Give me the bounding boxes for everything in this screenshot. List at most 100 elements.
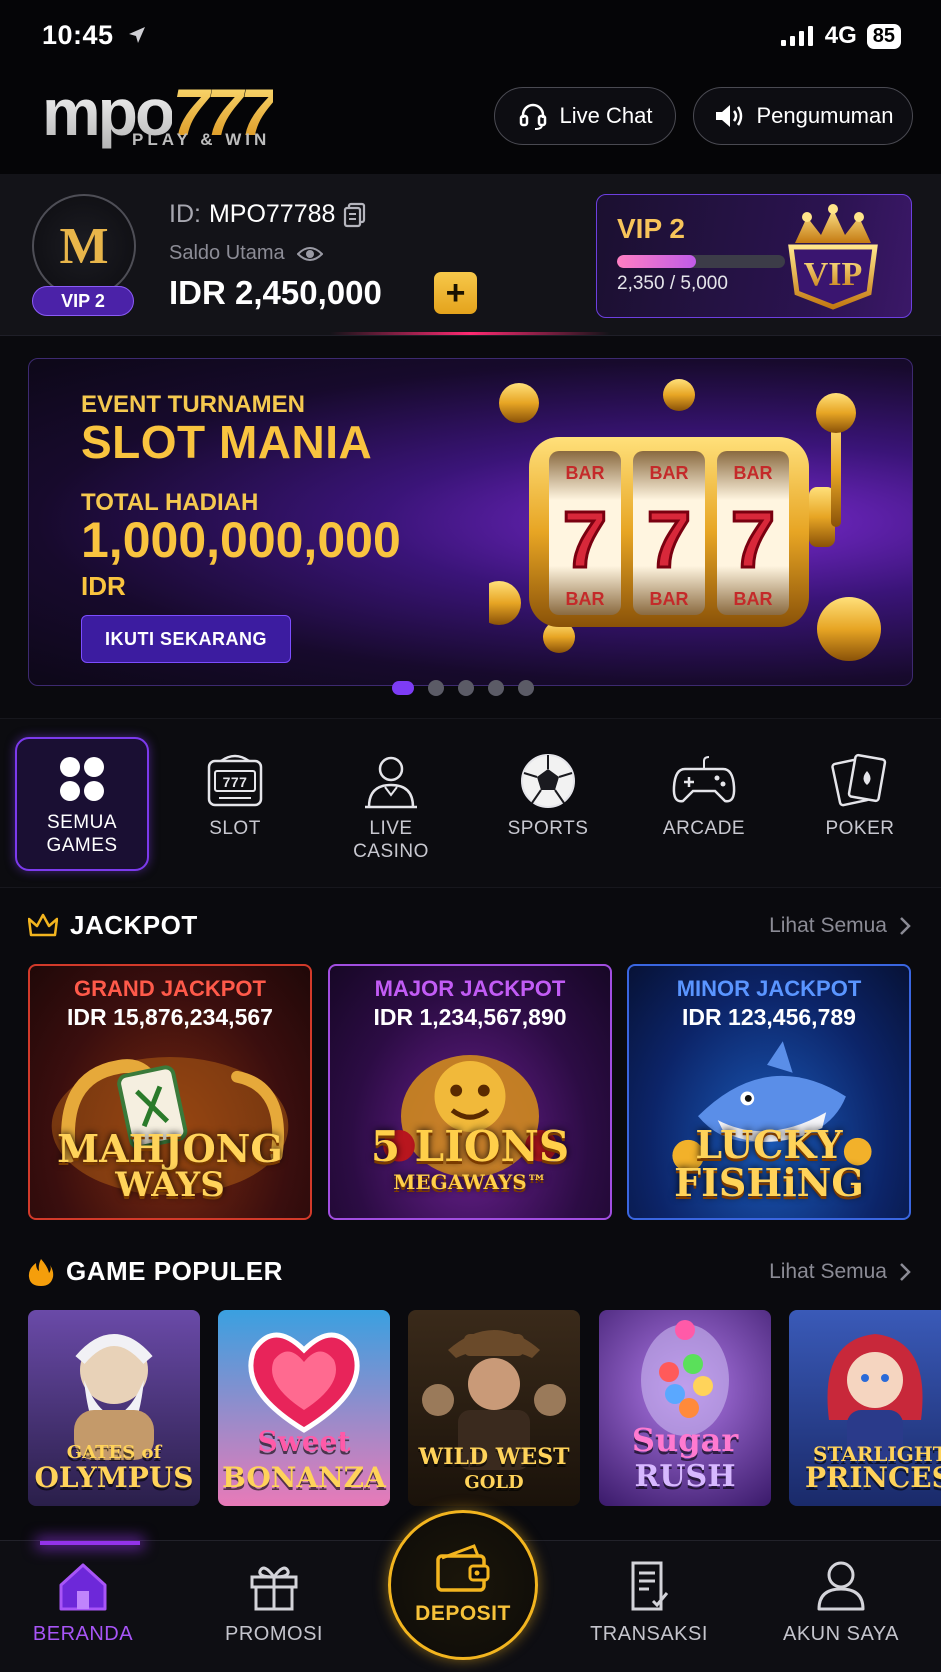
nav-account[interactable]: AKUN SAYA: [766, 1559, 916, 1646]
join-now-button[interactable]: IKUTI SEKARANG: [81, 615, 291, 663]
category-sports[interactable]: SPORTS: [481, 737, 615, 871]
jackpot-amount-row: IDR 15,876,234,567: [30, 1004, 310, 1031]
home-icon: [59, 1563, 107, 1611]
jackpot-card-major[interactable]: MAJOR JACKPOT IDR 1,234,567,890 5 LIONS …: [328, 964, 612, 1220]
announcement-label: Pengumuman: [756, 103, 894, 128]
category-all-games[interactable]: SEMUA GAMES: [15, 737, 149, 871]
banner-currency: IDR: [81, 571, 126, 601]
status-bar: 10:45 4G 85: [0, 0, 941, 68]
announcement-button[interactable]: Pengumuman: [693, 87, 913, 145]
category-arcade[interactable]: ARCADE: [637, 737, 771, 871]
game-title: GOLD: [464, 1472, 524, 1493]
reel-seven-3: 7: [731, 495, 776, 584]
category-bar: SEMUA GAMES 777 SLOT LIVE CASINO SPORTS AR…: [0, 718, 941, 888]
category-label: POKER: [825, 818, 895, 839]
jackpot-game-title: LUCKY: [695, 1122, 843, 1167]
promo-banner[interactable]: EVENT TURNAMEN SLOT MANIA TOTAL HADIAH 1…: [28, 358, 913, 686]
vip-level: VIP 2: [617, 213, 685, 244]
copy-icon[interactable]: [343, 202, 367, 228]
game-card[interactable]: STARLIGHT PRINCESS: [789, 1310, 941, 1506]
gamepad-icon: [672, 756, 736, 803]
nav-promo[interactable]: PROMOSI: [199, 1559, 349, 1646]
status-time: 10:45: [42, 20, 114, 50]
saldo-row: Saldo Utama: [169, 242, 323, 265]
category-label: SLOT: [209, 818, 261, 839]
jackpot-game-title: 5 LIONS: [370, 1122, 570, 1171]
speaker-icon: [715, 105, 742, 127]
banner-prize-amount: 1,000,000,000: [81, 512, 401, 568]
pagination-dot[interactable]: [458, 680, 474, 696]
receipt-icon: [631, 1561, 669, 1611]
nav-account-label: AKUN SAYA: [782, 1623, 899, 1645]
jackpot-card-grand[interactable]: GRAND JACKPOT IDR 15,876,234,567 MAHJONG…: [28, 964, 312, 1220]
wallet-icon: [436, 1544, 490, 1592]
battery-icon: 85: [866, 23, 901, 49]
category-label-2: GAMES: [46, 835, 118, 856]
category-label: SEMUA: [46, 812, 118, 833]
category-poker[interactable]: POKER: [793, 737, 927, 871]
jackpot-section-title: JACKPOT: [28, 910, 198, 941]
jackpot-currency: IDR: [682, 1004, 722, 1030]
reel-bar-1: BAR: [566, 463, 605, 483]
game-title-top: WILD WEST: [418, 1444, 570, 1470]
vip-card[interactable]: VIP 2 2,350 / 5,000 VIP: [596, 194, 912, 318]
account-id: ID: MPO77788: [169, 200, 367, 229]
user-icon: [817, 1561, 865, 1611]
game-card[interactable]: WILD WEST GOLD: [408, 1310, 580, 1506]
add-balance-button[interactable]: +: [434, 272, 477, 314]
see-all-label: Lihat Semua: [769, 914, 887, 937]
jackpot-name: GRAND JACKPOT: [74, 976, 266, 1001]
vip-progress-text: 2,350 / 5,000: [617, 273, 728, 294]
jackpot-card-minor[interactable]: MINOR JACKPOT IDR 123,456,789 LUCKY FISH…: [627, 964, 911, 1220]
chevron-right-icon: [900, 917, 911, 935]
jackpot-amount: 15,876,234,567: [113, 1004, 273, 1030]
category-label-2: CASINO: [353, 841, 429, 862]
category-live-casino[interactable]: LIVE CASINO: [324, 737, 458, 871]
deposit-button[interactable]: DEPOSIT: [388, 1510, 538, 1660]
vip-crown-icon: VIP: [788, 204, 878, 310]
eye-icon[interactable]: [296, 245, 323, 263]
headset-icon: [519, 103, 546, 130]
pagination-dot[interactable]: [488, 680, 504, 696]
network-label: 4G: [824, 22, 857, 49]
account-panel: M VIP 2 ID: MPO77788 Saldo Utama IDR 2,4…: [0, 174, 941, 336]
jackpot-see-all-link[interactable]: Lihat Semua: [769, 914, 911, 938]
active-tab-indicator: [40, 1541, 140, 1545]
logo-tagline: PLAY & WIN: [132, 130, 271, 149]
popular-title: GAME POPULER: [66, 1256, 283, 1286]
game-title: OLYMPUS: [34, 1461, 194, 1494]
pagination-dot[interactable]: [518, 680, 534, 696]
nav-transactions[interactable]: TRANSAKSI: [574, 1559, 724, 1646]
jackpot-game-title: MAHJONG: [57, 1126, 283, 1171]
reel-seven-1: 7: [563, 495, 608, 584]
game-title-top: Sweet: [257, 1425, 351, 1458]
signal-icon: [780, 26, 813, 46]
reel-bar-3: BAR: [734, 463, 773, 483]
nav-home-label: BERANDA: [32, 1623, 134, 1645]
jackpot-currency: IDR: [67, 1004, 107, 1030]
category-label: LIVE: [369, 818, 413, 839]
avatar[interactable]: M: [32, 194, 136, 298]
vip-progress-bar: [617, 255, 785, 268]
game-card[interactable]: Sugar RUSH: [599, 1310, 771, 1506]
category-slot[interactable]: 777 SLOT: [168, 737, 302, 871]
account-id-label: ID:: [169, 200, 201, 228]
live-chat-label: Live Chat: [559, 103, 653, 128]
live-chat-button[interactable]: Live Chat: [494, 87, 676, 145]
vip-progress-fill: [617, 255, 696, 268]
cards-icon: [831, 753, 887, 807]
game-card[interactable]: Sweet BONANZA: [218, 1310, 390, 1506]
jackpot-amount: 123,456,789: [728, 1004, 856, 1030]
popular-see-all-link[interactable]: Lihat Semua: [769, 1260, 911, 1284]
jackpot-name: MAJOR JACKPOT: [374, 976, 566, 1001]
pagination-dot[interactable]: [392, 681, 414, 695]
pagination-dot[interactable]: [428, 680, 444, 696]
nav-home[interactable]: BERANDA: [8, 1559, 158, 1646]
game-card[interactable]: GATES of OLYMPUS: [28, 1310, 200, 1506]
slot-machine-illustration: BAR BAR BAR 7 7 7 BAR BAR BAR: [489, 379, 881, 661]
game-title-top: GATES of: [66, 1442, 162, 1463]
svg-text:777: 777: [223, 774, 248, 790]
deposit-label: DEPOSIT: [415, 1602, 511, 1625]
banner-pagination[interactable]: [392, 680, 534, 696]
soccer-ball-icon: [521, 754, 575, 808]
